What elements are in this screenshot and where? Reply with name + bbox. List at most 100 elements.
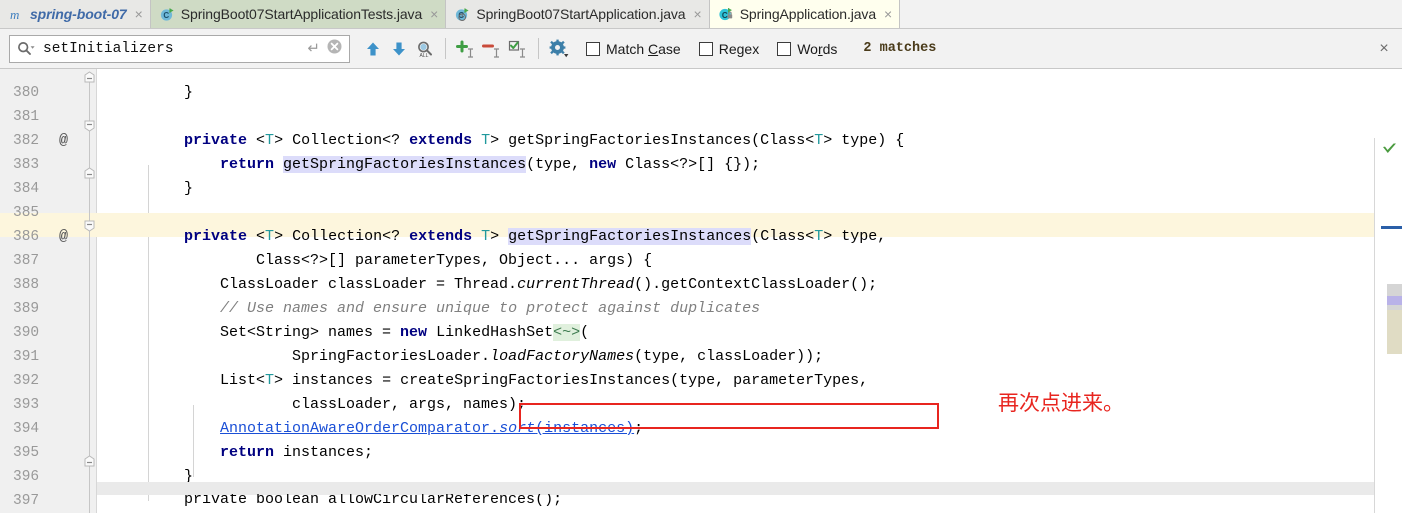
checkbox-box[interactable]: [698, 41, 713, 56]
bookmark-marker[interactable]: [1381, 226, 1402, 229]
fold-start-marker[interactable]: [83, 119, 96, 132]
svg-text:C: C: [163, 11, 169, 20]
line-number: 393: [13, 397, 40, 413]
line-number: 392: [13, 373, 40, 389]
line-number: 383: [13, 157, 40, 173]
checkbox-label: Match Case: [606, 40, 681, 57]
close-find-bar-icon[interactable]: ×: [1374, 39, 1394, 59]
find-options-group: Match Case Regex Words: [586, 41, 837, 57]
svg-text:C: C: [722, 10, 728, 19]
code-line: Set<String> names = new LinkedHashSet<~>…: [148, 324, 590, 341]
code-line: classLoader, args, names);: [148, 396, 527, 413]
checkbox-box[interactable]: [777, 41, 792, 56]
code-line: AnnotationAwareOrderComparator.sort(inst…: [220, 420, 644, 437]
magnifier-dropdown-icon[interactable]: [17, 41, 35, 57]
checkbox-regex[interactable]: Regex: [698, 40, 760, 57]
code-line: private <T> Collection<? extends T> getS…: [184, 228, 887, 245]
checkbox-match-case[interactable]: Match Case: [586, 41, 681, 57]
tab-close-icon[interactable]: ×: [882, 7, 892, 21]
code-line: SpringFactoriesLoader.loadFactoryNames(t…: [148, 348, 824, 365]
line-number: 385: [13, 205, 40, 221]
editor-tab-label: spring-boot-07: [30, 6, 127, 22]
code-line: return instances;: [220, 444, 374, 461]
line-number: 382 @: [13, 132, 69, 149]
editor-tab-label: SpringApplication.java: [739, 6, 877, 22]
line-number: 396: [13, 469, 40, 485]
occurrence-marker[interactable]: [1387, 296, 1402, 305]
line-number: 386 @: [13, 228, 69, 245]
editor-tab-springapplication[interactable]: C SpringApplication.java ×: [709, 0, 901, 28]
code-text-area[interactable]: } private <T> Collection<? extends T> ge…: [97, 69, 1374, 513]
gear-icon[interactable]: [546, 36, 572, 62]
toolbar-separator: [538, 38, 539, 59]
editor-tab-bar: m spring-boot-07 × C SpringBoot07StartAp…: [0, 0, 1402, 29]
tab-close-icon[interactable]: ×: [428, 7, 438, 21]
toolbar-separator: [445, 38, 446, 59]
find-bar: setInitializers ↵ ALL Match Case Regex W…: [0, 29, 1402, 69]
code-line: List<T> instances = createSpringFactorie…: [148, 372, 869, 389]
code-line: // Use names and ensure unique to protec…: [220, 300, 761, 317]
arrow-down-icon[interactable]: [386, 36, 412, 62]
editor-tab-spring-boot-07[interactable]: m spring-boot-07 ×: [0, 0, 151, 28]
code-line: }: [148, 180, 194, 197]
annotation-text: 再次点进来。: [998, 391, 1124, 415]
remove-occurrence-icon[interactable]: [479, 36, 505, 62]
svg-text:m: m: [10, 7, 19, 22]
code-line: }: [148, 84, 194, 101]
next-line-partial: private boolean allowCircularReferences(…: [97, 494, 1374, 513]
fold-end-marker[interactable]: [83, 167, 96, 180]
checkbox-label: Words: [797, 40, 838, 57]
line-number: 384: [13, 181, 40, 197]
java-test-class-icon: C: [160, 7, 175, 22]
tab-bar-filler: [900, 0, 1402, 28]
code-line: private <T> Collection<? extends T> getS…: [184, 132, 905, 149]
editor-marker-bar[interactable]: [1374, 138, 1402, 513]
line-number: 388: [13, 277, 40, 293]
inspection-ok-checkmark-icon[interactable]: [1381, 142, 1398, 162]
checkbox-label: Regex: [718, 40, 760, 57]
fold-region-line: [89, 77, 90, 513]
clear-circle-icon[interactable]: [326, 38, 343, 60]
java-runnable-class-icon: C: [455, 7, 470, 22]
line-number: 381: [13, 109, 40, 125]
editor-tab-label: SpringBoot07StartApplication.java: [476, 6, 686, 22]
find-toolbar: ALL: [360, 36, 572, 62]
line-number: 389: [13, 301, 40, 317]
arrow-up-icon[interactable]: [360, 36, 386, 62]
code-editor[interactable]: 380 381 382 @ 383 384 385 386 @ 387 388 389 390 391 39…: [0, 69, 1402, 513]
editor-tab-springboot07startapplicationtests[interactable]: C SpringBoot07StartApplicationTests.java…: [150, 0, 447, 28]
editor-tab-label: SpringBoot07StartApplicationTests.java: [180, 6, 423, 22]
line-number: 380: [13, 85, 40, 101]
editor-gutter[interactable]: 380 381 382 @ 383 384 385 386 @ 387 388 389 390 391 39…: [0, 69, 97, 513]
editor-tab-springboot07startapplication[interactable]: C SpringBoot07StartApplication.java ×: [446, 0, 710, 28]
line-number: 397: [13, 493, 40, 509]
code-folding-column[interactable]: [83, 69, 97, 513]
line-number: 391: [13, 349, 40, 365]
select-all-occurrences-icon[interactable]: [505, 36, 531, 62]
line-number: 387: [13, 253, 40, 269]
idea-editor-window: m spring-boot-07 × C SpringBoot07StartAp…: [0, 0, 1402, 513]
svg-text:ALL: ALL: [420, 53, 429, 58]
tab-close-icon[interactable]: ×: [692, 7, 702, 21]
search-input[interactable]: setInitializers: [43, 41, 303, 57]
match-count-label: 2 matches: [863, 41, 937, 56]
line-number: 394: [13, 421, 40, 437]
current-line-marker: [1387, 310, 1402, 354]
code-line: private boolean allowCircularReferences(…: [148, 494, 563, 508]
checkbox-words[interactable]: Words: [777, 41, 837, 57]
java-library-class-icon: C: [719, 7, 734, 22]
find-all-icon[interactable]: ALL: [412, 36, 438, 62]
fold-end-marker[interactable]: [83, 71, 96, 84]
code-line: Class<?>[] parameterTypes, Object... arg…: [148, 252, 653, 269]
add-occurrence-icon[interactable]: [453, 36, 479, 62]
fold-start-marker[interactable]: [83, 219, 96, 232]
search-input-container[interactable]: setInitializers ↵: [9, 34, 350, 63]
fold-end-marker[interactable]: [83, 455, 96, 468]
code-line: ClassLoader classLoader = Thread.current…: [148, 276, 878, 293]
maven-module-icon: m: [9, 7, 24, 22]
checkbox-box[interactable]: [586, 41, 600, 56]
tab-close-icon[interactable]: ×: [133, 7, 143, 21]
line-number: 395: [13, 445, 40, 461]
